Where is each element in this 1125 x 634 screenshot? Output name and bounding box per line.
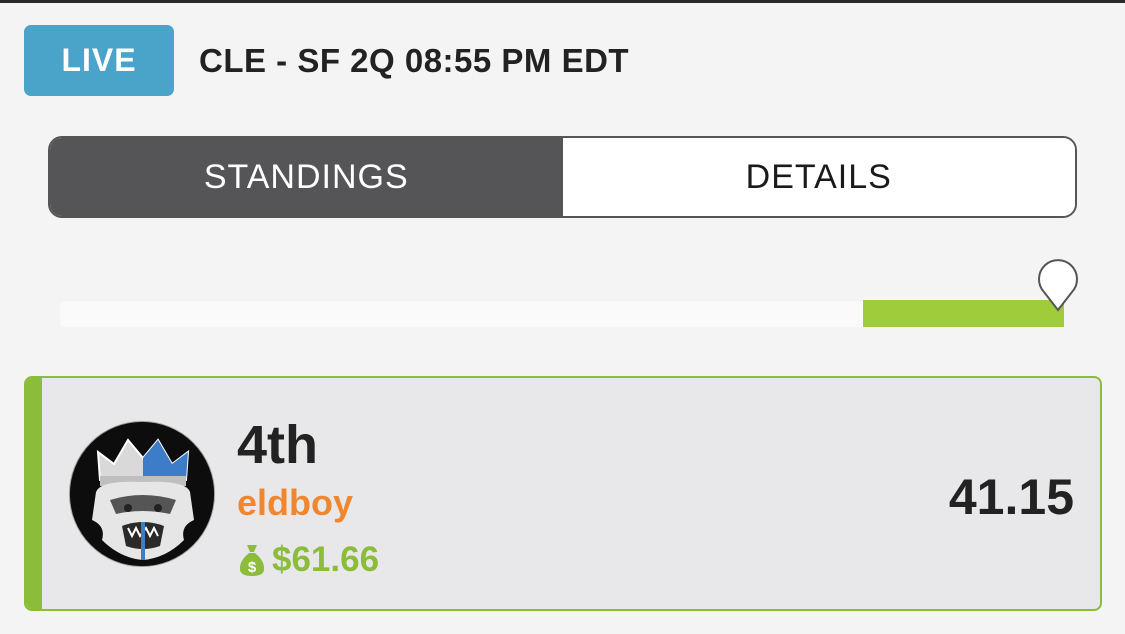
- game-info: CLE - SF 2Q 08:55 PM EDT: [199, 42, 630, 79]
- svg-text:$: $: [248, 559, 257, 576]
- tab-standings[interactable]: STANDINGS: [50, 138, 563, 216]
- winnings: $ $61.66: [238, 540, 379, 580]
- standing-row[interactable]: 4th eldboy $ $61.66 41.15: [24, 376, 1102, 611]
- rank: 4th: [237, 415, 318, 475]
- progress-fill: [863, 300, 1064, 327]
- winnings-amount: $61.66: [272, 540, 380, 579]
- view-toggle: STANDINGS DETAILS: [48, 136, 1077, 218]
- avatar: [69, 421, 215, 567]
- score: 41.15: [948, 469, 1074, 525]
- progress-bar: [60, 300, 1064, 327]
- location-pin-icon: [1038, 259, 1078, 312]
- username[interactable]: eldboy: [237, 482, 353, 524]
- gorilla-king-avatar-icon: [70, 422, 214, 566]
- live-badge: LIVE: [24, 25, 174, 96]
- row-accent-bar: [26, 378, 42, 609]
- money-bag-icon: $: [239, 545, 265, 576]
- top-divider: [0, 0, 1125, 3]
- tab-details[interactable]: DETAILS: [562, 138, 1075, 216]
